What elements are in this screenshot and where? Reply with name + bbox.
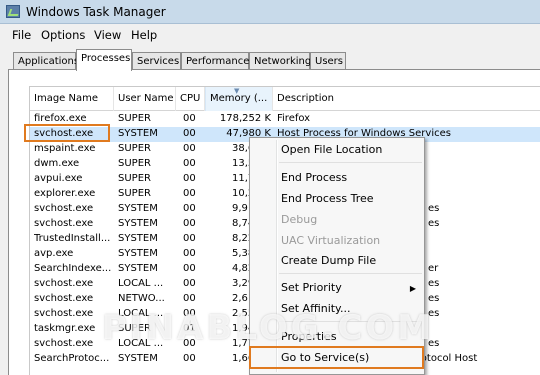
tab-performance[interactable]: Performance — [181, 52, 249, 70]
menu-separator — [279, 321, 422, 322]
cell-image-name: svchost.exe — [34, 293, 94, 304]
menu-file[interactable]: File — [12, 28, 31, 42]
cell-cpu: 00 — [183, 173, 196, 184]
cell-cpu: 00 — [183, 128, 196, 139]
menu-options[interactable]: Options — [41, 28, 85, 42]
cell-user-name: SYSTEM — [118, 128, 158, 139]
menu-item-properties[interactable]: Properties — [281, 330, 337, 343]
menu-item-create-dump-file[interactable]: Create Dump File — [281, 254, 376, 267]
cell-description: es — [428, 278, 440, 289]
submenu-arrow-icon: ▶ — [409, 284, 416, 293]
menu-help[interactable]: Help — [131, 28, 157, 42]
cell-user-name: SYSTEM — [118, 353, 158, 364]
tab-bar: Applications Processes Services Performa… — [0, 46, 540, 71]
menu-item-set-priority[interactable]: Set Priority — [281, 281, 342, 294]
cell-description: es — [428, 203, 440, 214]
cell-cpu: 00 — [183, 338, 196, 349]
highlight-box-selected-process — [24, 124, 110, 142]
cell-image-name: dwm.exe — [34, 158, 80, 169]
cell-image-name: SearchIndexe... — [34, 263, 112, 274]
tab-services[interactable]: Services — [132, 52, 181, 70]
menu-separator — [279, 273, 422, 274]
cell-image-name: explorer.exe — [34, 188, 96, 199]
cell-description: es — [428, 218, 440, 229]
cell-image-name: avp.exe — [34, 248, 74, 259]
list-header: Image Name User Name CPU ▼ Memory (... D… — [30, 87, 540, 111]
cell-cpu: 01 — [183, 323, 196, 334]
title-bar: Windows Task Manager — [0, 0, 540, 24]
cell-user-name: NETWO... — [118, 293, 165, 304]
context-menu: Open File Location End Process End Proce… — [249, 137, 425, 375]
tab-processes[interactable]: Processes — [76, 49, 132, 71]
cell-image-name: svchost.exe — [34, 203, 94, 214]
column-cpu[interactable]: CPU — [176, 87, 205, 111]
column-user-name[interactable]: User Name — [114, 87, 176, 111]
window-title: Windows Task Manager — [26, 5, 166, 19]
menu-separator — [279, 162, 422, 163]
menu-item-set-affinity[interactable]: Set Affinity... — [281, 302, 351, 315]
cell-image-name: svchost.exe — [34, 308, 94, 319]
highlight-box-go-to-services — [249, 346, 424, 369]
cell-user-name: SYSTEM — [118, 203, 158, 214]
cell-user-name: SUPER — [118, 158, 151, 169]
cell-user-name: SYSTEM — [118, 248, 158, 259]
cell-cpu: 00 — [183, 263, 196, 274]
cell-cpu: 00 — [183, 278, 196, 289]
menu-item-end-process-tree[interactable]: End Process Tree — [281, 192, 374, 205]
tab-applications[interactable]: Applications — [13, 52, 79, 70]
cell-description: es — [428, 293, 440, 304]
cell-user-name: LOCAL ... — [118, 338, 164, 349]
cell-cpu: 00 — [183, 143, 196, 154]
cell-user-name: SUPER — [118, 173, 151, 184]
menu-item-debug: Debug — [281, 213, 318, 226]
cell-user-name: SYSTEM — [118, 218, 158, 229]
task-manager-icon — [6, 5, 20, 18]
menu-bar: File Options View Help — [0, 25, 540, 45]
menu-item-uac-virtualization: UAC Virtualization — [281, 234, 381, 247]
cell-user-name: SYSTEM — [118, 263, 158, 274]
cell-cpu: 00 — [183, 248, 196, 259]
menu-item-end-process[interactable]: End Process — [281, 171, 347, 184]
cell-user-name: SYSTEM — [118, 233, 158, 244]
cell-user-name: LOCAL ... — [118, 278, 164, 289]
cell-image-name: svchost.exe — [34, 338, 94, 349]
menu-item-open-file-location[interactable]: Open File Location — [281, 143, 382, 156]
sort-arrow-icon: ▼ — [234, 87, 240, 95]
cell-description: es — [428, 338, 440, 349]
tab-users[interactable]: Users — [310, 52, 346, 70]
cell-cpu: 00 — [183, 218, 196, 229]
cell-cpu: 00 — [183, 293, 196, 304]
column-image-name[interactable]: Image Name — [30, 87, 114, 111]
column-description[interactable]: Description — [273, 87, 540, 111]
cell-description: es — [428, 308, 440, 319]
cell-cpu: 00 — [183, 188, 196, 199]
cell-cpu: 00 — [183, 353, 196, 364]
cell-image-name: mspaint.exe — [34, 143, 96, 154]
cell-image-name: firefox.exe — [34, 113, 87, 124]
menu-view[interactable]: View — [94, 28, 121, 42]
cell-cpu: 00 — [183, 233, 196, 244]
cell-cpu: 00 — [183, 203, 196, 214]
cell-cpu: 00 — [183, 158, 196, 169]
cell-image-name: avpui.exe — [34, 173, 83, 184]
cell-user-name: SUPER — [118, 143, 151, 154]
cell-description: Firefox — [277, 113, 311, 124]
cell-image-name: SearchProtoc... — [34, 353, 110, 364]
cell-image-name: svchost.exe — [34, 218, 94, 229]
cell-image-name: TrustedInstall... — [34, 233, 111, 244]
cell-user-name: SUPER — [118, 323, 151, 334]
cell-memory: 178,252 K — [219, 113, 271, 124]
cell-description: er — [428, 263, 439, 274]
cell-user-name: SUPER — [118, 113, 151, 124]
cell-image-name: taskmgr.exe — [34, 323, 96, 334]
cell-user-name: SUPER — [118, 188, 151, 199]
cell-cpu: 00 — [183, 113, 196, 124]
cell-user-name: LOCAL ... — [118, 308, 164, 319]
tab-networking[interactable]: Networking — [249, 52, 311, 70]
column-memory[interactable]: ▼ Memory (... — [205, 87, 273, 111]
cell-cpu: 00 — [183, 308, 196, 319]
cell-image-name: svchost.exe — [34, 278, 94, 289]
